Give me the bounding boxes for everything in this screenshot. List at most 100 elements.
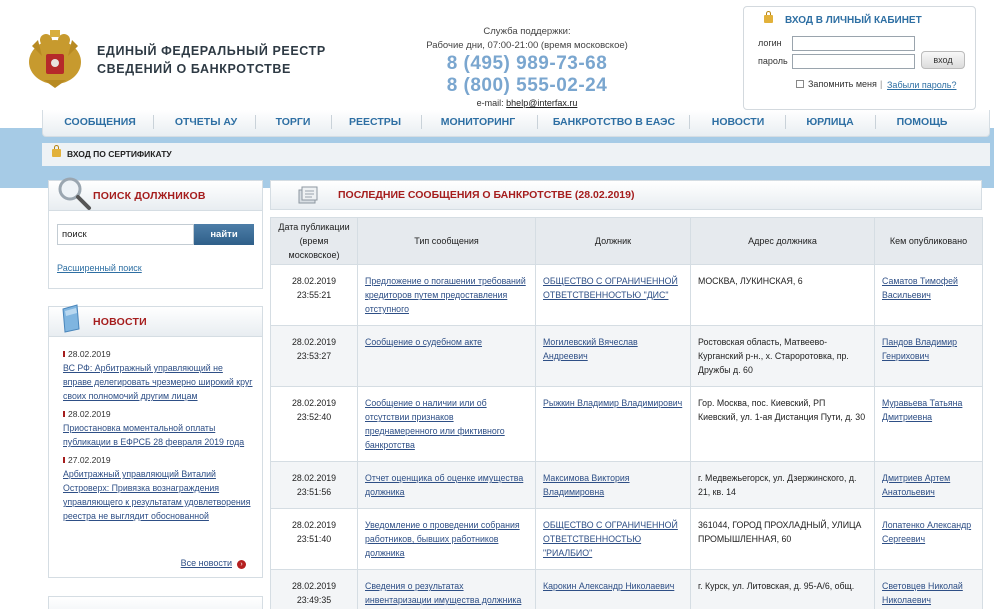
- site-header: ЕДИНЫЙ ФЕДЕРАЛЬНЫЙ РЕЕСТР СВЕДЕНИЙ О БАН…: [0, 0, 994, 118]
- password-input[interactable]: [792, 54, 915, 69]
- all-news-link[interactable]: Все новости ›: [181, 558, 246, 569]
- message-type-link[interactable]: Сведения о результатах инвентаризации им…: [365, 581, 521, 605]
- publisher-link[interactable]: Саматов Тимофей Васильевич: [882, 276, 958, 300]
- message-type-link[interactable]: Отчет оценщика об оценке имущества должн…: [365, 473, 523, 497]
- news-panel-header: НОВОСТИ: [49, 304, 262, 337]
- nav-item-monitoring[interactable]: МОНИТОРИНГ: [429, 110, 527, 135]
- date-cell: 28.02.2019 23:51:40: [270, 508, 358, 570]
- debtor-link[interactable]: Карокин Александр Николаевич: [543, 581, 674, 591]
- type-cell: Отчет оценщика об оценке имущества должн…: [357, 461, 536, 509]
- latest-messages: ПОСЛЕДНИЕ СООБЩЕНИЯ О БАНКРОТСТВЕ (28.02…: [270, 180, 983, 609]
- publisher-link[interactable]: Дмитриев Артем Анатольевич: [882, 473, 950, 497]
- address-cell: 361044, ГОРОД ПРОХЛАДНЫЙ, УЛИЦА ПРОМЫШЛЕ…: [690, 508, 875, 570]
- pub-time: 23:51:40: [296, 534, 332, 544]
- column-header-type: Тип сообщения: [357, 217, 536, 265]
- search-button[interactable]: найти: [194, 224, 254, 245]
- news-date: 28.02.2019: [63, 349, 253, 359]
- debtor-link[interactable]: ОБЩЕСТВО С ОГРАНИЧЕННОЙ ОТВЕТСТВЕННОСТЬЮ…: [543, 276, 678, 300]
- pub-date: 28.02.2019: [291, 276, 337, 286]
- news-item: 28.02.2019 ВС РФ: Арбитражный управляющи…: [63, 349, 253, 403]
- news-link[interactable]: ВС РФ: Арбитражный управляющий не вправе…: [63, 361, 253, 403]
- address-cell: МОСКВА, ЛУКИНСКАЯ, 6: [690, 264, 875, 326]
- address-cell: г. Медвежьегорск, ул. Дзержинского, д. 2…: [690, 461, 875, 509]
- type-cell: Уведомление о проведении собрания работн…: [357, 508, 536, 570]
- coat-of-arms-logo[interactable]: [24, 26, 86, 90]
- publisher-cell: Дмитриев Артем Анатольевич: [874, 461, 983, 509]
- messages-table: Дата публикации (время московское) Тип с…: [270, 217, 983, 609]
- remember-checkbox[interactable]: [796, 80, 804, 88]
- nav-item-news[interactable]: НОВОСТИ: [697, 110, 779, 135]
- type-cell: Сообщение о судебном акте: [357, 325, 536, 387]
- login-title-text: ВХОД В ЛИЧНЫЙ КАБИНЕТ: [785, 15, 922, 26]
- nav-separator: [153, 115, 154, 129]
- search-panel-header: ПОИСК ДОЛЖНИКОВ: [49, 177, 262, 211]
- debtor-link[interactable]: Рыжкин Владимир Владимирович: [543, 398, 682, 408]
- table-row: 28.02.2019 23:51:40 Уведомление о проведе…: [270, 508, 983, 570]
- nav-item-legal-entities[interactable]: ЮРЛИЦА: [791, 110, 869, 135]
- message-type-link[interactable]: Предложение о погашении требований креди…: [365, 276, 526, 314]
- support-email-link[interactable]: bhelp@interfax.ru: [506, 98, 577, 108]
- main-nav: СООБЩЕНИЯ ОТЧЕТЫ АУ ТОРГИ РЕЕСТРЫ МОНИТО…: [42, 110, 990, 137]
- type-cell: Сведения о результатах инвентаризации им…: [357, 569, 536, 609]
- search-panel-title: ПОИСК ДОЛЖНИКОВ: [93, 190, 206, 202]
- table-row: 28.02.2019 23:49:35 Сведения о результата…: [270, 569, 983, 609]
- nav-item-registers[interactable]: РЕЕСТРЫ: [339, 110, 411, 135]
- publisher-cell: Пандов Владимир Генрихович: [874, 325, 983, 387]
- document-stack-icon: [298, 186, 318, 204]
- news-link[interactable]: Арбитражный управляющий Виталий Островер…: [63, 467, 253, 523]
- debtor-cell: Карокин Александр Николаевич: [535, 569, 691, 609]
- news-panel: НОВОСТИ 28.02.2019 ВС РФ: Арбитражный уп…: [48, 304, 263, 578]
- support-label: Служба поддержки:: [483, 26, 571, 37]
- nav-item-eaeu[interactable]: БАНКРОТСТВО В ЕАЭС: [547, 110, 681, 135]
- messages-header: ПОСЛЕДНИЕ СООБЩЕНИЯ О БАНКРОТСТВЕ (28.02…: [270, 180, 982, 210]
- page: ЕДИНЫЙ ФЕДЕРАЛЬНЫЙ РЕЕСТР СВЕДЕНИЙ О БАН…: [0, 0, 994, 609]
- address-cell: Ростовская область, Матвеево-Курганский …: [690, 325, 875, 387]
- forgot-password-link[interactable]: Забыли пароль?: [887, 80, 956, 90]
- debtor-link[interactable]: Могилевский Вячеслав Андреевич: [543, 337, 638, 361]
- support-block: Служба поддержки: Рабочие дни, 07:00-21:…: [420, 25, 634, 109]
- pub-time: 23:49:35: [296, 595, 332, 605]
- nav-item-help[interactable]: ПОМОЩЬ: [881, 110, 963, 135]
- column-header-address: Адрес должника: [690, 217, 875, 265]
- advanced-search-link[interactable]: Расширенный поиск: [57, 263, 142, 273]
- login-button[interactable]: вход: [921, 51, 965, 69]
- news-link[interactable]: Приостановка моментальной оплаты публика…: [63, 421, 253, 449]
- message-type-link[interactable]: Сообщение о наличии или об отсутствии пр…: [365, 398, 505, 450]
- publisher-link[interactable]: Муравьева Татьяна Дмитриевна: [882, 398, 962, 422]
- date-cell: 28.02.2019 23:51:56: [270, 461, 358, 509]
- message-type-link[interactable]: Уведомление о проведении собрания работн…: [365, 520, 520, 558]
- nav-separator: [421, 115, 422, 129]
- support-email-line: e-mail: bhelp@interfax.ru: [420, 97, 634, 109]
- publisher-link[interactable]: Лопатенко Александр Сергеевич: [882, 520, 971, 544]
- pub-date: 28.02.2019: [291, 520, 337, 530]
- message-type-link[interactable]: Сообщение о судебном акте: [365, 337, 482, 347]
- column-header-publisher: Кем опубликовано: [874, 217, 983, 265]
- support-phone-1: 8 (495) 989-73-68: [446, 53, 608, 74]
- news-item: 28.02.2019 Приостановка моментальной опл…: [63, 409, 253, 449]
- password-label: пароль: [758, 56, 788, 66]
- nav-separator: [689, 115, 690, 129]
- newspaper-icon: [62, 304, 80, 333]
- remember-me[interactable]: Запомнить меня: [796, 79, 877, 89]
- pub-time: 23:55:21: [296, 290, 332, 300]
- debtor-cell: ОБЩЕСТВО С ОГРАНИЧЕННОЙ ОТВЕТСТВЕННОСТЬЮ…: [535, 264, 691, 326]
- login-input[interactable]: [792, 36, 915, 51]
- debtor-link[interactable]: Максимова Виктория Владимировна: [543, 473, 630, 497]
- publisher-link[interactable]: Пандов Владимир Генрихович: [882, 337, 957, 361]
- pub-time: 23:52:40: [296, 412, 332, 422]
- nav-item-messages[interactable]: СООБЩЕНИЯ: [57, 110, 143, 135]
- next-panel: [48, 596, 263, 609]
- publisher-link[interactable]: Световцев Николай Николаевич: [882, 581, 963, 605]
- all-news-label: Все новости: [180, 558, 232, 568]
- pub-date: 28.02.2019: [291, 398, 337, 408]
- debtor-link[interactable]: ОБЩЕСТВО С ОГРАНИЧЕННОЙ ОТВЕТСТВЕННОСТЬЮ…: [543, 520, 678, 558]
- certificate-login-link[interactable]: ВХОД ПО СЕРТИФИКАТУ: [52, 145, 172, 159]
- news-date: 28.02.2019: [63, 409, 253, 419]
- nav-item-auctions[interactable]: ТОРГИ: [261, 110, 325, 135]
- debtor-search-input[interactable]: [57, 224, 194, 245]
- table-row: 28.02.2019 23:51:56 Отчет оценщика об оце…: [270, 461, 983, 509]
- login-title: ВХОД В ЛИЧНЫЙ КАБИНЕТ: [764, 11, 922, 26]
- pub-date: 28.02.2019: [291, 473, 337, 483]
- lock-icon: [52, 145, 61, 157]
- nav-item-au-reports[interactable]: ОТЧЕТЫ АУ: [165, 110, 247, 135]
